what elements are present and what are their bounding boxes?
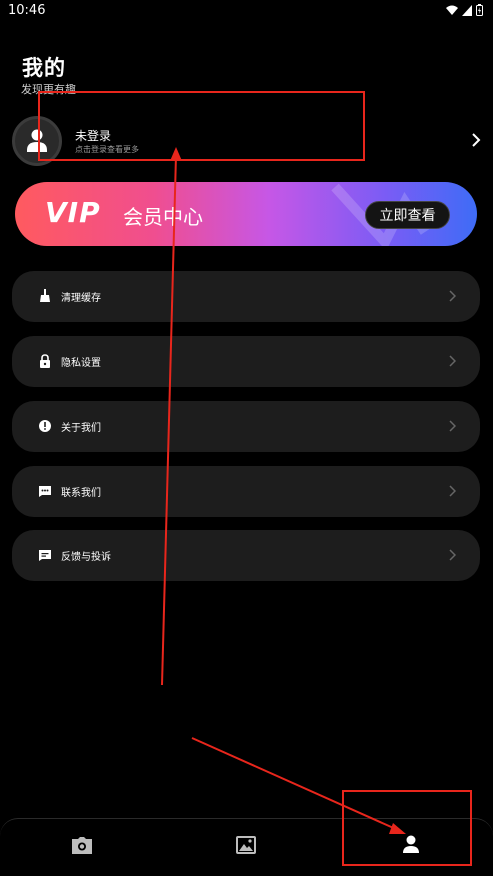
menu-item-label: 反馈与投诉 [61, 552, 111, 563]
menu-item-clear-cache[interactable]: 清理缓存 [12, 271, 480, 322]
camera-icon [72, 837, 92, 854]
menu-item-privacy[interactable]: 隐私设置 [12, 336, 480, 387]
feedback-icon [39, 550, 51, 561]
menu-item-label: 关于我们 [61, 423, 101, 434]
nav-tab-gallery[interactable] [164, 819, 328, 876]
signal-icon [462, 4, 472, 16]
chevron-right-icon [449, 549, 456, 561]
lock-icon [40, 354, 50, 368]
nav-tab-camera[interactable] [0, 819, 164, 876]
status-icons [446, 4, 483, 16]
status-bar: 10:46 [0, 0, 493, 22]
chat-icon [39, 486, 51, 497]
chevron-right-icon [472, 133, 481, 147]
chevron-right-icon [449, 485, 456, 497]
status-time: 10:46 [8, 3, 46, 18]
menu-item-feedback[interactable]: 反馈与投诉 [12, 530, 480, 581]
annotation-highlight-box [38, 91, 365, 161]
battery-icon [476, 4, 483, 16]
chevron-right-icon [449, 420, 456, 432]
annotation-highlight-box [342, 790, 472, 866]
vip-view-button[interactable]: 立即查看 [365, 201, 450, 229]
vip-logo: VIP [45, 196, 101, 229]
page-title: 我的 [22, 56, 66, 80]
wifi-icon [446, 5, 458, 15]
image-icon [236, 836, 256, 854]
menu-item-label: 清理缓存 [61, 293, 101, 304]
menu-item-label: 联系我们 [61, 488, 101, 499]
menu-item-contact[interactable]: 联系我们 [12, 466, 480, 517]
chevron-right-icon [449, 290, 456, 302]
vip-banner[interactable]: VIP 会员中心 立即查看 [15, 182, 477, 246]
broom-icon [40, 289, 50, 302]
vip-title: 会员中心 [123, 205, 203, 229]
menu-item-about[interactable]: 关于我们 [12, 401, 480, 452]
menu-item-label: 隐私设置 [61, 358, 101, 369]
info-icon [39, 420, 51, 432]
chevron-right-icon [449, 355, 456, 367]
